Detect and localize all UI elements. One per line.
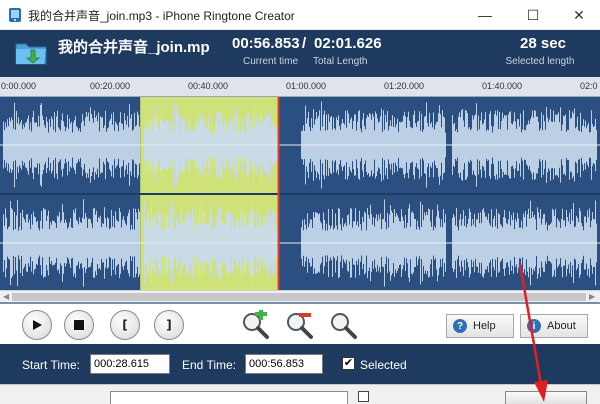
ruler-tick-label: 01:00.000 — [286, 81, 327, 91]
current-time-caption: Current time — [243, 56, 299, 67]
set-start-icon: [ — [122, 318, 128, 332]
minimize-icon: — — [478, 7, 492, 23]
scroll-right-icon[interactable]: ▶ — [589, 292, 595, 301]
help-button-label: Help — [473, 320, 496, 332]
help-icon: ? — [453, 319, 467, 333]
window-title: 我的合并声音_join.mp3 - iPhone Ringtone Creato… — [28, 9, 295, 23]
selected-length-caption: Selected length — [505, 56, 575, 67]
current-time-value: 00:56.853 — [232, 35, 300, 52]
scrollbar-thumb[interactable] — [12, 293, 586, 301]
stop-button[interactable] — [64, 310, 94, 340]
ruler-tick-label: 00:20.000 — [90, 81, 131, 91]
selected-checkbox-label: Selected — [360, 358, 407, 372]
file-name: 我的合并声音_join.mp — [58, 39, 210, 56]
ruler-tick-label: 01:40.000 — [482, 81, 523, 91]
end-time-input[interactable] — [245, 354, 323, 374]
checkmark-icon: ✔ — [343, 357, 354, 369]
start-time-input[interactable] — [90, 354, 170, 374]
annotation-arrow-icon — [518, 263, 548, 402]
ruler-tick-label: 00:40.000 — [188, 81, 229, 91]
time-separator: / — [302, 35, 307, 52]
open-folder-icon[interactable] — [14, 36, 50, 68]
set-end-button[interactable]: ] — [154, 310, 184, 340]
play-icon — [33, 320, 42, 330]
play-button[interactable] — [22, 310, 52, 340]
set-start-button[interactable]: [ — [110, 310, 140, 340]
file-info-header: 我的合并声音_join.mp 00:56.853 / 02:01.626 Cur… — [0, 30, 600, 77]
maximize-icon: ☐ — [526, 6, 540, 23]
selected-checkbox[interactable]: ✔ — [342, 357, 355, 370]
scroll-left-icon[interactable]: ◀ — [3, 292, 9, 301]
stop-icon — [74, 320, 84, 330]
ruler-tick-label: 0:00.000 — [1, 81, 37, 91]
close-icon: ✕ — [573, 6, 585, 23]
app-icon — [9, 8, 21, 22]
timeline-ruler[interactable]: 0:00.000 00:20.000 00:40.000 01:00.000 0… — [0, 77, 600, 97]
set-end-icon: ] — [166, 318, 172, 332]
output-option-checkbox[interactable] — [358, 391, 369, 402]
zoom-fit-icon[interactable] — [328, 310, 358, 340]
output-name-field[interactable] — [110, 391, 348, 404]
zoom-in-icon[interactable] — [240, 310, 270, 340]
total-length-value: 02:01.626 — [314, 35, 382, 52]
maximize-button[interactable]: ☐ — [510, 0, 556, 30]
title-bar: 我的合并声音_join.mp3 - iPhone Ringtone Creato… — [0, 0, 600, 30]
ruler-tick-label: 01:20.000 — [384, 81, 425, 91]
minimize-button[interactable]: — — [462, 0, 508, 30]
end-time-label: End Time: — [182, 358, 237, 372]
total-length-caption: Total Length — [313, 56, 368, 67]
start-time-label: Start Time: — [22, 358, 81, 372]
close-button[interactable]: ✕ — [556, 0, 600, 30]
ruler-tick-label: 02:0 — [580, 81, 598, 91]
zoom-out-icon[interactable] — [284, 310, 314, 340]
selected-length-value: 28 sec — [520, 35, 566, 52]
help-button[interactable]: ? Help — [446, 314, 514, 338]
